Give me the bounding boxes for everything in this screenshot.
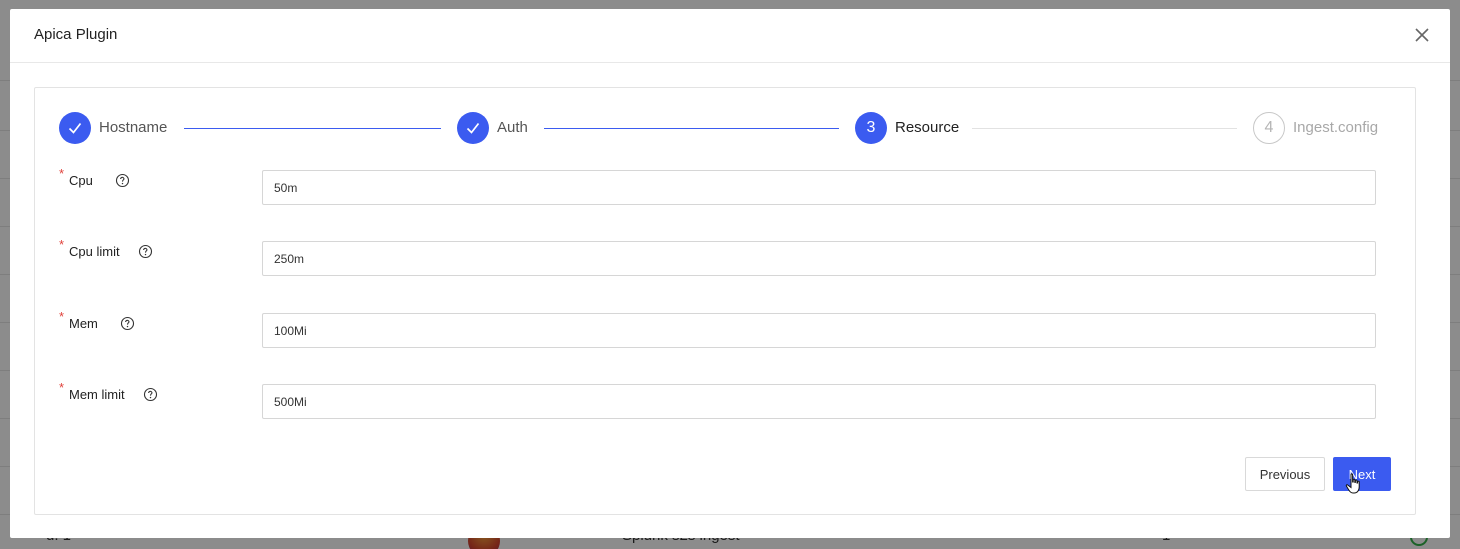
modal-title: Apica Plugin <box>34 26 118 43</box>
step-resource-label[interactable]: Resource <box>895 119 959 136</box>
field-label-cpu: Cpu <box>69 173 93 188</box>
step-ingest-config-label[interactable]: Ingest.config <box>1293 119 1378 136</box>
form-row-mem-limit: * Mem limit <box>35 380 1415 420</box>
field-label-mem: Mem <box>69 316 98 331</box>
close-icon[interactable] <box>1412 25 1432 45</box>
step-auth-label[interactable]: Auth <box>497 119 528 136</box>
question-circle-icon[interactable] <box>138 244 153 259</box>
hand-cursor-icon <box>1345 473 1360 494</box>
step-resource-number[interactable]: 3 <box>855 112 887 144</box>
cpu-limit-input[interactable] <box>262 241 1376 276</box>
step-auth-check-icon[interactable] <box>457 112 489 144</box>
cpu-input[interactable] <box>262 170 1376 205</box>
required-mark: * <box>59 166 65 181</box>
required-mark: * <box>59 309 65 324</box>
modal-header: Apica Plugin <box>10 9 1450 63</box>
step-ingest-config-number[interactable]: 4 <box>1253 112 1285 144</box>
step-connector <box>184 128 441 129</box>
wizard-card: Hostname Auth 3 Resource 4 Ingest.config… <box>34 87 1416 515</box>
required-mark: * <box>59 380 65 395</box>
field-label-cpu-limit: Cpu limit <box>69 244 120 259</box>
mem-limit-input[interactable] <box>262 384 1376 419</box>
required-mark: * <box>59 237 65 252</box>
question-circle-icon[interactable] <box>115 173 130 188</box>
form-row-mem: * Mem <box>35 309 1415 349</box>
step-connector <box>972 128 1237 129</box>
form-row-cpu: * Cpu <box>35 166 1415 206</box>
field-label-mem-limit: Mem limit <box>69 387 125 402</box>
step-hostname-check-icon[interactable] <box>59 112 91 144</box>
form-row-cpu-limit: * Cpu limit <box>35 237 1415 277</box>
step-hostname-label[interactable]: Hostname <box>99 119 167 136</box>
question-circle-icon[interactable] <box>143 387 158 402</box>
question-circle-icon[interactable] <box>120 316 135 331</box>
mem-input[interactable] <box>262 313 1376 348</box>
wizard-steps: Hostname Auth 3 Resource 4 Ingest.config <box>35 88 1415 168</box>
step-connector <box>544 128 839 129</box>
plugin-modal: Apica Plugin Hostname Auth 3 Resource 4 … <box>10 9 1450 538</box>
previous-button[interactable]: Previous <box>1245 457 1325 491</box>
